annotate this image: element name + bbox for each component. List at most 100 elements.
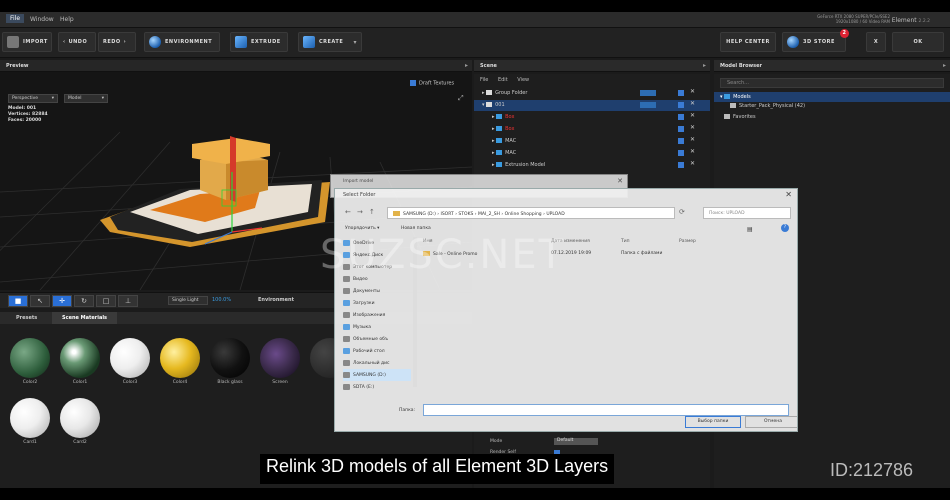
move-tool-icon[interactable]: ✛: [52, 295, 72, 307]
checkbox-icon[interactable]: [678, 102, 684, 108]
scene-row[interactable]: ▸ Group Folder ✕: [474, 88, 710, 99]
close-icon[interactable]: ✕: [690, 124, 695, 131]
material-swatch[interactable]: [10, 338, 50, 378]
extrude-button[interactable]: EXTRUDE: [230, 32, 288, 52]
nav-item[interactable]: SAMSUNG (D:): [343, 369, 411, 381]
model-search-input[interactable]: Search...: [720, 78, 944, 88]
menu-help[interactable]: Help: [60, 16, 74, 23]
view-options-icon[interactable]: ▤: [747, 226, 753, 233]
close-button[interactable]: X: [866, 32, 886, 52]
mode-select[interactable]: Default: [554, 438, 598, 445]
column-type[interactable]: Тип: [621, 239, 630, 244]
cancel-button[interactable]: Отмена: [745, 416, 797, 428]
new-folder-button[interactable]: Новая папка: [401, 226, 431, 231]
checkbox-icon[interactable]: [678, 126, 684, 132]
model-tree-item[interactable]: Starter_Pack_Physical (42): [730, 103, 805, 109]
checkbox-icon[interactable]: [678, 114, 684, 120]
close-icon[interactable]: ✕: [690, 136, 695, 143]
light-percent[interactable]: 100.0%: [212, 297, 231, 303]
create-button[interactable]: CREATE ▾: [298, 32, 362, 52]
close-icon[interactable]: ✕: [690, 148, 695, 155]
folder-input[interactable]: [423, 404, 789, 416]
environment-button[interactable]: ENVIRONMENT: [144, 32, 220, 52]
model-tree-item[interactable]: ▾ Models: [714, 92, 950, 102]
tab-scene-materials[interactable]: Scene Materials: [52, 312, 118, 324]
model-tree-item[interactable]: Favorites: [724, 114, 756, 120]
material-swatch[interactable]: [110, 338, 150, 378]
scale-tool-icon[interactable]: □: [96, 295, 116, 307]
nav-item[interactable]: Объемные объ: [343, 333, 411, 345]
nav-label: SAMSUNG (D:): [353, 372, 386, 378]
scene-row[interactable]: ▸ Box ✕: [474, 124, 710, 135]
select-tool-icon[interactable]: ↖: [30, 295, 50, 307]
material-swatch[interactable]: [60, 338, 100, 378]
help-center-button[interactable]: HELP CENTER: [720, 32, 776, 52]
close-icon[interactable]: ✕: [690, 160, 695, 167]
nav-item[interactable]: Рабочий стол: [343, 345, 411, 357]
up-icon[interactable]: ↑: [369, 208, 375, 216]
scene-row[interactable]: ▸ Box ✕: [474, 112, 710, 123]
material-swatch[interactable]: [160, 338, 200, 378]
material-swatch[interactable]: [260, 338, 300, 378]
scene-menu-edit[interactable]: Edit: [498, 77, 508, 83]
dialog-search-input[interactable]: Поиск: UPLOAD: [703, 207, 791, 219]
import-button[interactable]: IMPORT: [2, 32, 52, 52]
refresh-icon[interactable]: ⟳: [679, 208, 685, 216]
nav-item[interactable]: Документы: [343, 285, 411, 297]
address-bar[interactable]: SAMSUNG (D:) › ISORT › STOKS › MAI_2_SH …: [387, 207, 675, 219]
scene-row[interactable]: ▸ MAC ✕: [474, 148, 710, 159]
nav-item[interactable]: Загрузки: [343, 297, 411, 309]
scene-row-label: Box: [505, 126, 515, 132]
undo-button[interactable]: ‹ UNDO: [58, 32, 96, 52]
rotate-tool-icon[interactable]: ↻: [74, 295, 94, 307]
layer-pill[interactable]: [640, 102, 656, 108]
light-select[interactable]: Single Light: [168, 296, 208, 305]
3d-objects-icon: [343, 336, 350, 342]
model-icon: [496, 114, 503, 119]
scene-row[interactable]: ▸ Extrusion Model ✕: [474, 160, 710, 171]
pivot-tool-icon[interactable]: ⊥: [118, 295, 138, 307]
drive-icon: [343, 384, 350, 390]
scene-row[interactable]: ▸ MAC ✕: [474, 136, 710, 147]
panel-menu-icon[interactable]: ▸: [703, 62, 706, 69]
scene-row[interactable]: ▾ 001 ✕: [474, 100, 710, 111]
menu-file[interactable]: File: [6, 14, 25, 23]
select-folder-button[interactable]: Выбор папки: [685, 416, 741, 428]
organize-menu[interactable]: Упорядочить ▾: [345, 226, 379, 231]
material-swatch[interactable]: [210, 338, 250, 378]
expand-icon[interactable]: ⤢: [458, 94, 464, 103]
ok-button[interactable]: OK: [892, 32, 944, 52]
panel-menu-icon[interactable]: ▸: [943, 62, 946, 69]
column-size[interactable]: Размер: [679, 239, 696, 244]
tab-presets[interactable]: Presets: [6, 312, 47, 324]
material-swatch[interactable]: [10, 398, 50, 438]
checkbox-icon[interactable]: [678, 90, 684, 96]
nav-item[interactable]: Изображения: [343, 309, 411, 321]
close-icon[interactable]: ✕: [617, 177, 623, 185]
checkbox-icon[interactable]: [678, 162, 684, 168]
scene-menu-view[interactable]: View: [517, 77, 529, 83]
forward-icon[interactable]: →: [357, 208, 363, 216]
help-icon[interactable]: ?: [781, 224, 789, 232]
close-icon[interactable]: ✕: [785, 190, 792, 199]
render-mode-select[interactable]: Model ▾: [64, 94, 108, 103]
redo-button[interactable]: REDO ›: [98, 32, 136, 52]
checkbox-icon[interactable]: [678, 150, 684, 156]
close-icon[interactable]: ✕: [690, 100, 695, 107]
3d-store-button[interactable]: 3D STORE 2: [782, 29, 849, 52]
layer-pill[interactable]: [640, 90, 656, 96]
back-icon[interactable]: ←: [345, 208, 351, 216]
draft-textures-toggle[interactable]: Draft Textures: [410, 80, 454, 87]
nav-item[interactable]: Локальный дис: [343, 357, 411, 369]
scene-menu-file[interactable]: File: [480, 77, 488, 83]
nav-item[interactable]: SDTA (E:): [343, 381, 411, 393]
camera-tool-icon[interactable]: ■: [8, 295, 28, 307]
nav-item[interactable]: Музыка: [343, 321, 411, 333]
panel-menu-icon[interactable]: ▸: [465, 62, 468, 69]
close-icon[interactable]: ✕: [690, 88, 695, 95]
checkbox-icon[interactable]: [678, 138, 684, 144]
close-icon[interactable]: ✕: [690, 112, 695, 119]
material-swatch[interactable]: [60, 398, 100, 438]
view-mode-select[interactable]: Perspective ▾: [8, 94, 58, 103]
menu-window[interactable]: Window: [30, 16, 54, 23]
